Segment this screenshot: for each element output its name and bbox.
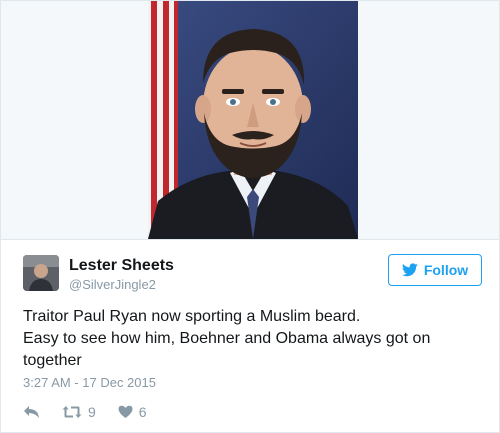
retweet-icon xyxy=(62,406,82,418)
twitter-bird-icon xyxy=(401,263,418,277)
portrait-image xyxy=(148,1,358,239)
tweet-timestamp[interactable]: 3:27 AM - 17 Dec 2015 xyxy=(23,375,156,390)
media-divider xyxy=(1,239,499,240)
avatar[interactable] xyxy=(23,255,59,291)
tweet-text-line: Traitor Paul Ryan now sporting a Muslim … xyxy=(23,308,361,325)
retweet-button[interactable]: 9 xyxy=(62,404,96,420)
follow-button[interactable]: Follow xyxy=(388,254,482,286)
author-handle[interactable]: @SilverJingle2 xyxy=(69,277,156,292)
heart-icon xyxy=(118,405,133,418)
like-button[interactable]: 6 xyxy=(118,404,147,420)
tweet-photo[interactable] xyxy=(148,1,358,239)
author-name[interactable]: Lester Sheets xyxy=(69,257,174,275)
reply-button[interactable] xyxy=(23,405,40,419)
tweet-text: Traitor Paul Ryan now sporting a Muslim … xyxy=(23,306,483,372)
tweet-actions: 9 6 xyxy=(23,402,147,422)
reply-icon xyxy=(24,406,39,418)
tweet-card: Lester Sheets @SilverJingle2 Follow Trai… xyxy=(0,0,500,433)
tweet-text-line: Easy to see how him, Boehner and Obama a… xyxy=(23,330,431,347)
tweet-media[interactable] xyxy=(1,1,499,239)
avatar-image xyxy=(23,255,59,291)
follow-label: Follow xyxy=(423,262,469,278)
like-count: 6 xyxy=(138,404,147,420)
tweet-text-line: together xyxy=(23,352,82,369)
retweet-count: 9 xyxy=(88,404,96,420)
